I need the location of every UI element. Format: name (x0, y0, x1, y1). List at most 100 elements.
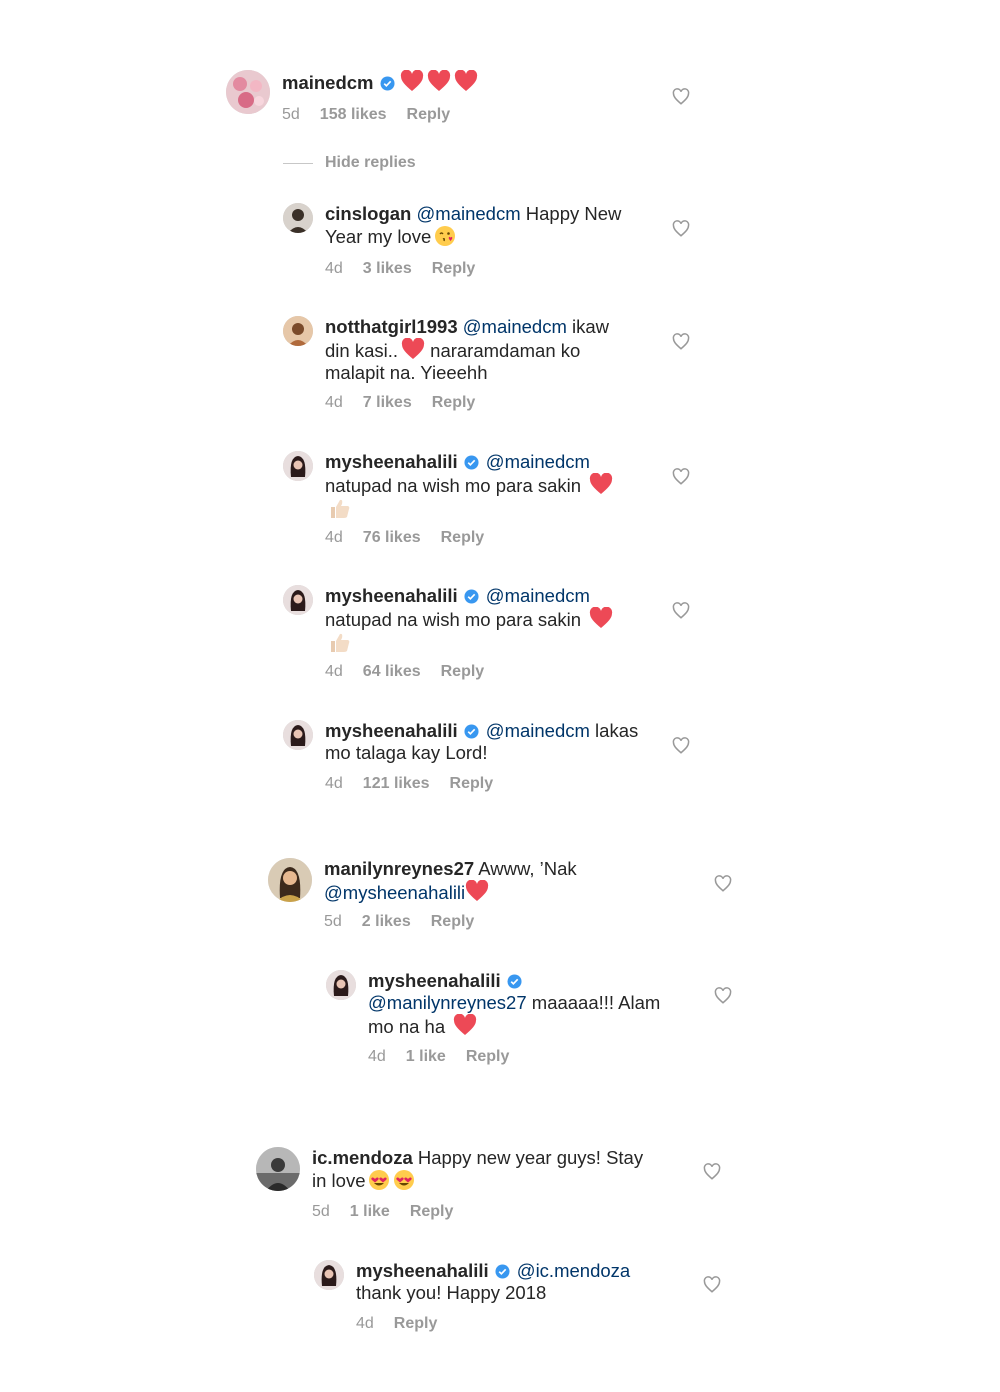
username[interactable]: notthatgirl1993 (325, 316, 458, 337)
likes-count[interactable]: 76 likes (363, 529, 421, 546)
comment-body: ic.mendoza Happy new year guys! Stay in … (312, 1147, 672, 1192)
mention-link[interactable]: @mainedcm (486, 720, 590, 741)
comment-text: mo talaga kay Lord! (325, 742, 488, 763)
timestamp: 5d (312, 1203, 330, 1220)
verified-badge-icon (464, 589, 479, 604)
comment-meta: 4d Reply (356, 1315, 457, 1333)
likes-count[interactable]: 1 like (406, 1048, 446, 1065)
username[interactable]: mysheenahalili (325, 720, 458, 741)
avatar[interactable] (283, 316, 313, 346)
mention-link[interactable]: @mysheenahalili (324, 882, 465, 903)
comment-text: din kasi.. (325, 340, 399, 361)
avatar[interactable] (268, 858, 312, 902)
reply-button[interactable]: Reply (441, 663, 485, 680)
timestamp: 4d (325, 775, 343, 792)
username[interactable]: manilynreynes27 (324, 858, 474, 879)
avatar[interactable] (326, 970, 356, 1000)
comment-meta: 4d 3 likes Reply (325, 260, 495, 278)
heart-outline-icon[interactable] (714, 987, 732, 1005)
comment-body: mysheenahalili @ic.mendoza thank you! Ha… (356, 1260, 686, 1304)
likes-count[interactable]: 121 likes (363, 775, 430, 792)
mention-link[interactable]: @ic.mendoza (517, 1260, 630, 1281)
avatar[interactable] (283, 451, 313, 481)
mention-link[interactable]: @mainedcm (486, 585, 590, 606)
reply-button[interactable]: Reply (432, 260, 476, 277)
reply-button[interactable]: Reply (450, 775, 494, 792)
heart-eyes-emoji (394, 1170, 415, 1190)
timestamp: 4d (368, 1048, 386, 1065)
avatar[interactable] (314, 1260, 344, 1290)
avatar[interactable] (256, 1147, 300, 1191)
mention-link[interactable]: @mainedcm (486, 451, 590, 472)
username[interactable]: mysheenahalili (325, 585, 458, 606)
reply-button[interactable]: Reply (441, 529, 485, 546)
username[interactable]: mysheenahalili (356, 1260, 489, 1281)
comment-meta: 4d 64 likes Reply (325, 663, 504, 681)
timestamp: 5d (324, 913, 342, 930)
comment-text: malapit na. Yieeehh (325, 362, 488, 383)
comment-body: mysheenahalili @mainedcm lakas mo talaga… (325, 720, 655, 764)
heart-outline-icon[interactable] (672, 88, 690, 106)
avatar[interactable] (283, 203, 313, 233)
reply-button[interactable]: Reply (394, 1315, 438, 1332)
comment-body: notthatgirl1993 @mainedcm ikaw din kasi.… (325, 316, 655, 384)
verified-badge-icon (464, 455, 479, 470)
reply-button[interactable]: Reply (431, 913, 475, 930)
comment-text: in love (312, 1170, 366, 1191)
red-heart-emoji (466, 880, 489, 901)
avatar[interactable] (283, 720, 313, 750)
heart-outline-icon[interactable] (672, 333, 690, 351)
likes-count[interactable]: 64 likes (363, 663, 421, 680)
username[interactable]: ic.mendoza (312, 1147, 413, 1168)
verified-badge-icon (507, 974, 522, 989)
comment-text: ikaw (566, 316, 610, 337)
comment-meta: 4d 121 likes Reply (325, 775, 513, 793)
reply-button[interactable]: Reply (466, 1048, 510, 1065)
red-heart-emoji (454, 70, 477, 91)
mention-link[interactable]: @manilynreynes27 (368, 992, 527, 1013)
reply-button[interactable]: Reply (407, 106, 451, 123)
username[interactable]: mysheenahalili (368, 970, 501, 991)
heart-outline-icon[interactable] (672, 737, 690, 755)
comment-meta: 4d 1 like Reply (368, 1048, 529, 1066)
likes-count[interactable]: 1 like (350, 1203, 390, 1220)
comment-text: thank you! Happy 2018 (356, 1282, 547, 1303)
heart-outline-icon[interactable] (672, 602, 690, 620)
username[interactable]: mainedcm (282, 72, 374, 93)
timestamp: 4d (356, 1315, 374, 1332)
comment-body: mysheenahalili @manilynreynes27 maaaaa!!… (368, 970, 688, 1038)
red-heart-emoji (400, 70, 423, 91)
likes-count[interactable]: 7 likes (363, 394, 412, 411)
avatar[interactable] (226, 70, 270, 114)
mention-link[interactable]: @mainedcm (417, 203, 521, 224)
red-heart-emoji (454, 1014, 477, 1035)
reply-button[interactable]: Reply (432, 394, 476, 411)
comment-meta: 4d 76 likes Reply (325, 529, 504, 547)
timestamp: 4d (325, 663, 343, 680)
mention-link[interactable]: @mainedcm (463, 316, 567, 337)
red-heart-emoji (427, 70, 450, 91)
hide-replies-button[interactable]: Hide replies (325, 154, 416, 172)
comment-text: nararamdaman ko (425, 340, 581, 361)
comment-text: Awww, ’Nak (474, 858, 577, 879)
reply-button[interactable]: Reply (410, 1203, 454, 1220)
likes-count[interactable]: 3 likes (363, 260, 412, 277)
comment-meta: 5d 158 likes Reply (282, 106, 470, 124)
red-heart-emoji (590, 607, 613, 628)
heart-eyes-emoji (369, 1170, 390, 1190)
red-heart-emoji (590, 473, 613, 494)
likes-count[interactable]: 158 likes (320, 106, 387, 123)
heart-outline-icon[interactable] (714, 875, 732, 893)
heart-outline-icon[interactable] (703, 1276, 721, 1294)
hide-replies-line (283, 163, 313, 164)
heart-outline-icon[interactable] (703, 1163, 721, 1181)
avatar[interactable] (283, 585, 313, 615)
comment-meta: 4d 7 likes Reply (325, 394, 495, 412)
heart-outline-icon[interactable] (672, 468, 690, 486)
heart-outline-icon[interactable] (672, 220, 690, 238)
likes-count[interactable]: 2 likes (362, 913, 411, 930)
comment-text: Happy new year guys! Stay (412, 1147, 644, 1168)
username[interactable]: cinslogan (325, 203, 411, 224)
verified-badge-icon (464, 724, 479, 739)
username[interactable]: mysheenahalili (325, 451, 458, 472)
